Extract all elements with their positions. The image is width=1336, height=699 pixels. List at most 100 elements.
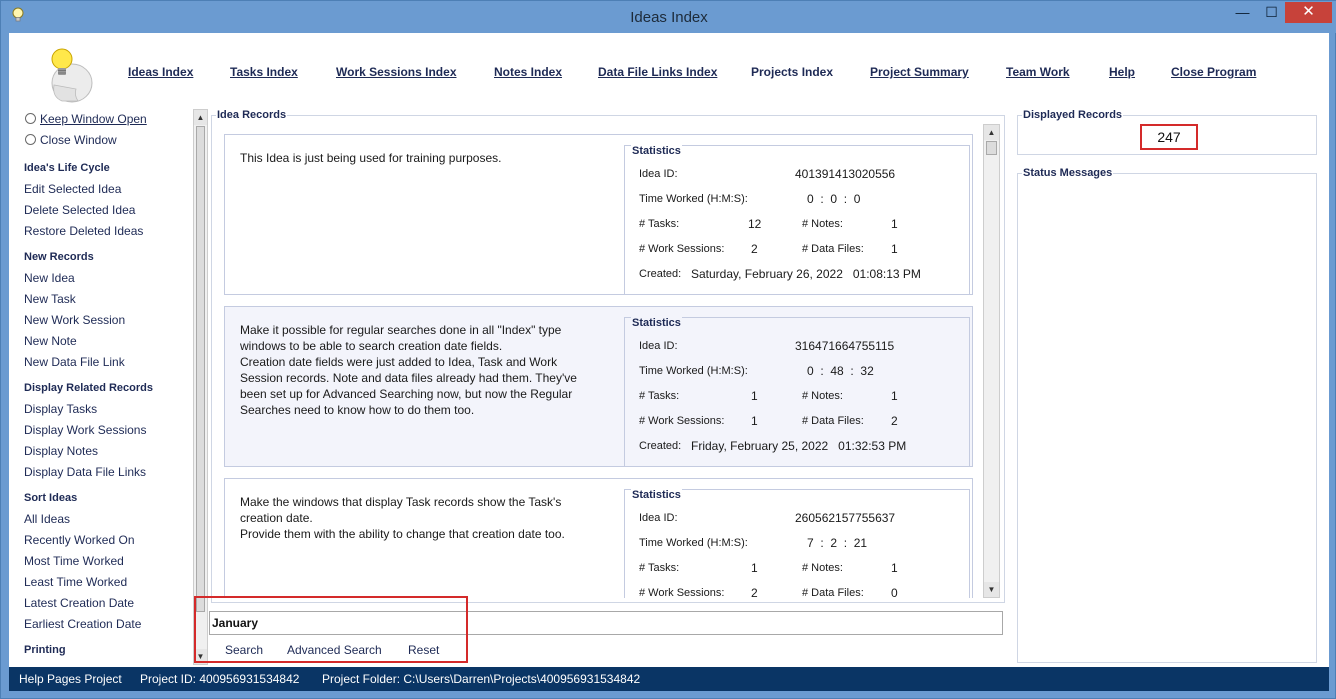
client-area: Ideas Index Tasks Index Work Sessions In… [9, 33, 1329, 667]
statistics-heading: Statistics [631, 145, 682, 157]
nav-help[interactable]: Help [1109, 65, 1135, 79]
time-minutes: 48 [830, 364, 844, 378]
lightbulb-head-logo [51, 48, 93, 103]
tasks-value: 1 [751, 561, 758, 575]
tasks-label: # Tasks: [639, 562, 680, 574]
display-work-sessions-link[interactable]: Display Work Sessions [24, 423, 146, 437]
nav-data-file-links-index[interactable]: Data File Links Index [598, 65, 717, 79]
time-hours: 0 [807, 364, 814, 378]
time-worked-label: Time Worked (H:M:S): [639, 193, 748, 205]
project-folder: Project Folder: C:\Users\Darren\Projects… [322, 672, 641, 686]
idea-id-label: Idea ID: [639, 512, 678, 524]
sort-most-time-link[interactable]: Most Time Worked [24, 554, 124, 568]
nav-ideas-index[interactable]: Ideas Index [128, 65, 193, 79]
displayed-records-label: Displayed Records [1022, 109, 1124, 121]
sort-ideas-heading: Sort Ideas [24, 492, 78, 504]
keep-window-open-label: Keep Window Open [40, 112, 147, 126]
keep-window-open-radio[interactable]: Keep Window Open [25, 112, 147, 126]
idea-description: Make it possible for regular searches do… [240, 323, 577, 417]
display-data-file-links-link[interactable]: Display Data File Links [24, 465, 146, 479]
new-note-link[interactable]: New Note [24, 334, 77, 348]
main-scrollbar[interactable]: ▲ ▼ [193, 109, 208, 665]
data-files-label: # Data Files: [802, 587, 864, 598]
statistics-heading: Statistics [631, 489, 682, 501]
nav-notes-index[interactable]: Notes Index [494, 65, 562, 79]
radio-circle[interactable] [25, 113, 36, 124]
idea-record[interactable]: Make it possible for regular searches do… [224, 306, 973, 467]
window-title: Ideas Index [630, 9, 708, 26]
time-seconds: 32 [860, 364, 874, 378]
lifecycle-heading: Idea's Life Cycle [24, 162, 110, 174]
nav-project-summary[interactable]: Project Summary [870, 65, 969, 79]
new-idea-link[interactable]: New Idea [24, 271, 75, 285]
new-task-link[interactable]: New Task [24, 292, 76, 306]
new-data-file-link-link[interactable]: New Data File Link [24, 355, 125, 369]
work-sessions-value: 1 [751, 414, 758, 428]
scroll-up-arrow[interactable]: ▲ [194, 110, 207, 125]
status-messages-label: Status Messages [1022, 167, 1114, 179]
notes-value: 1 [891, 561, 898, 575]
idea-id-label: Idea ID: [639, 340, 678, 352]
sort-least-time-link[interactable]: Least Time Worked [24, 575, 127, 589]
status-messages-group [1017, 173, 1317, 663]
radio-circle[interactable] [25, 134, 36, 145]
scroll-thumb[interactable] [196, 126, 205, 612]
work-sessions-value: 2 [751, 586, 758, 598]
new-records-heading: New Records [24, 251, 94, 263]
record-clip: Make the windows that display Task recor… [219, 473, 979, 598]
maximize-button[interactable]: ☐ [1257, 2, 1286, 23]
project-id: Project ID: 400956931534842 [140, 672, 300, 686]
idea-record[interactable]: Make the windows that display Task recor… [224, 478, 973, 598]
sort-all-ideas-link[interactable]: All Ideas [24, 512, 70, 526]
edit-selected-idea-link[interactable]: Edit Selected Idea [24, 182, 121, 196]
records-scrollbar[interactable]: ▲ ▼ [983, 124, 1000, 598]
nav-tasks-index[interactable]: Tasks Index [230, 65, 298, 79]
notes-label: # Notes: [802, 562, 843, 574]
display-notes-link[interactable]: Display Notes [24, 444, 98, 458]
created-label: Created: [639, 440, 682, 452]
left-sidebar: Keep Window Open Close Window Idea's Lif… [9, 109, 191, 667]
records-scroll-up-arrow[interactable]: ▲ [984, 125, 999, 140]
tasks-label: # Tasks: [639, 390, 680, 402]
statistics-heading: Statistics [631, 317, 682, 329]
title-bar[interactable]: Ideas Index — ☐ ✕ [1, 1, 1336, 33]
minimize-button[interactable]: — [1228, 2, 1257, 23]
time-seconds: 0 [853, 192, 861, 206]
statistics-panel: Statistics Idea ID: 316471664755115 Time… [624, 317, 970, 467]
display-tasks-link[interactable]: Display Tasks [24, 402, 97, 416]
close-button[interactable]: ✕ [1285, 2, 1332, 23]
tasks-value: 12 [748, 217, 762, 231]
nav-projects-index[interactable]: Projects Index [751, 65, 833, 79]
nav-work-sessions-index[interactable]: Work Sessions Index [336, 65, 457, 79]
new-work-session-link[interactable]: New Work Session [24, 313, 125, 327]
created-value: Friday, February 25, 2022 01:32:53 PM [691, 439, 907, 453]
time-hours: 7 [807, 536, 814, 550]
notes-value: 1 [891, 217, 898, 231]
close-window-label: Close Window [40, 133, 117, 147]
time-worked-value: 0 : 48 : 32 [807, 364, 874, 378]
statistics-panel: Statistics Idea ID: 260562157755637 Time… [624, 489, 970, 598]
sort-latest-creation-link[interactable]: Latest Creation Date [24, 596, 134, 610]
idea-record[interactable]: This Idea is just being used for trainin… [224, 134, 973, 295]
idea-id-label: Idea ID: [639, 168, 678, 180]
records-scroll-down-arrow[interactable]: ▼ [984, 582, 999, 597]
search-highlight-box [194, 596, 468, 663]
idea-id-value: 316471664755115 [795, 339, 895, 353]
idea-records-label: Idea Records [216, 109, 288, 121]
idea-description: Make the windows that display Task recor… [240, 495, 565, 541]
records-scroll-thumb[interactable] [986, 141, 997, 155]
restore-deleted-ideas-link[interactable]: Restore Deleted Ideas [24, 224, 143, 238]
time-hours: 0 [807, 192, 814, 206]
main-window: Ideas Index — ☐ ✕ Ideas Index Tasks Inde… [0, 0, 1336, 699]
sort-earliest-creation-link[interactable]: Earliest Creation Date [24, 617, 141, 631]
sort-recently-worked-link[interactable]: Recently Worked On [24, 533, 135, 547]
nav-team-work[interactable]: Team Work [1006, 65, 1070, 79]
displayed-records-count: 247 [1140, 124, 1198, 150]
delete-selected-idea-link[interactable]: Delete Selected Idea [24, 203, 135, 217]
printing-heading: Printing [24, 644, 66, 656]
tasks-value: 1 [751, 389, 758, 403]
close-window-radio[interactable]: Close Window [25, 133, 117, 147]
nav-close-program[interactable]: Close Program [1171, 65, 1256, 79]
project-name: Help Pages Project [19, 672, 122, 686]
data-files-value: 2 [891, 414, 898, 428]
